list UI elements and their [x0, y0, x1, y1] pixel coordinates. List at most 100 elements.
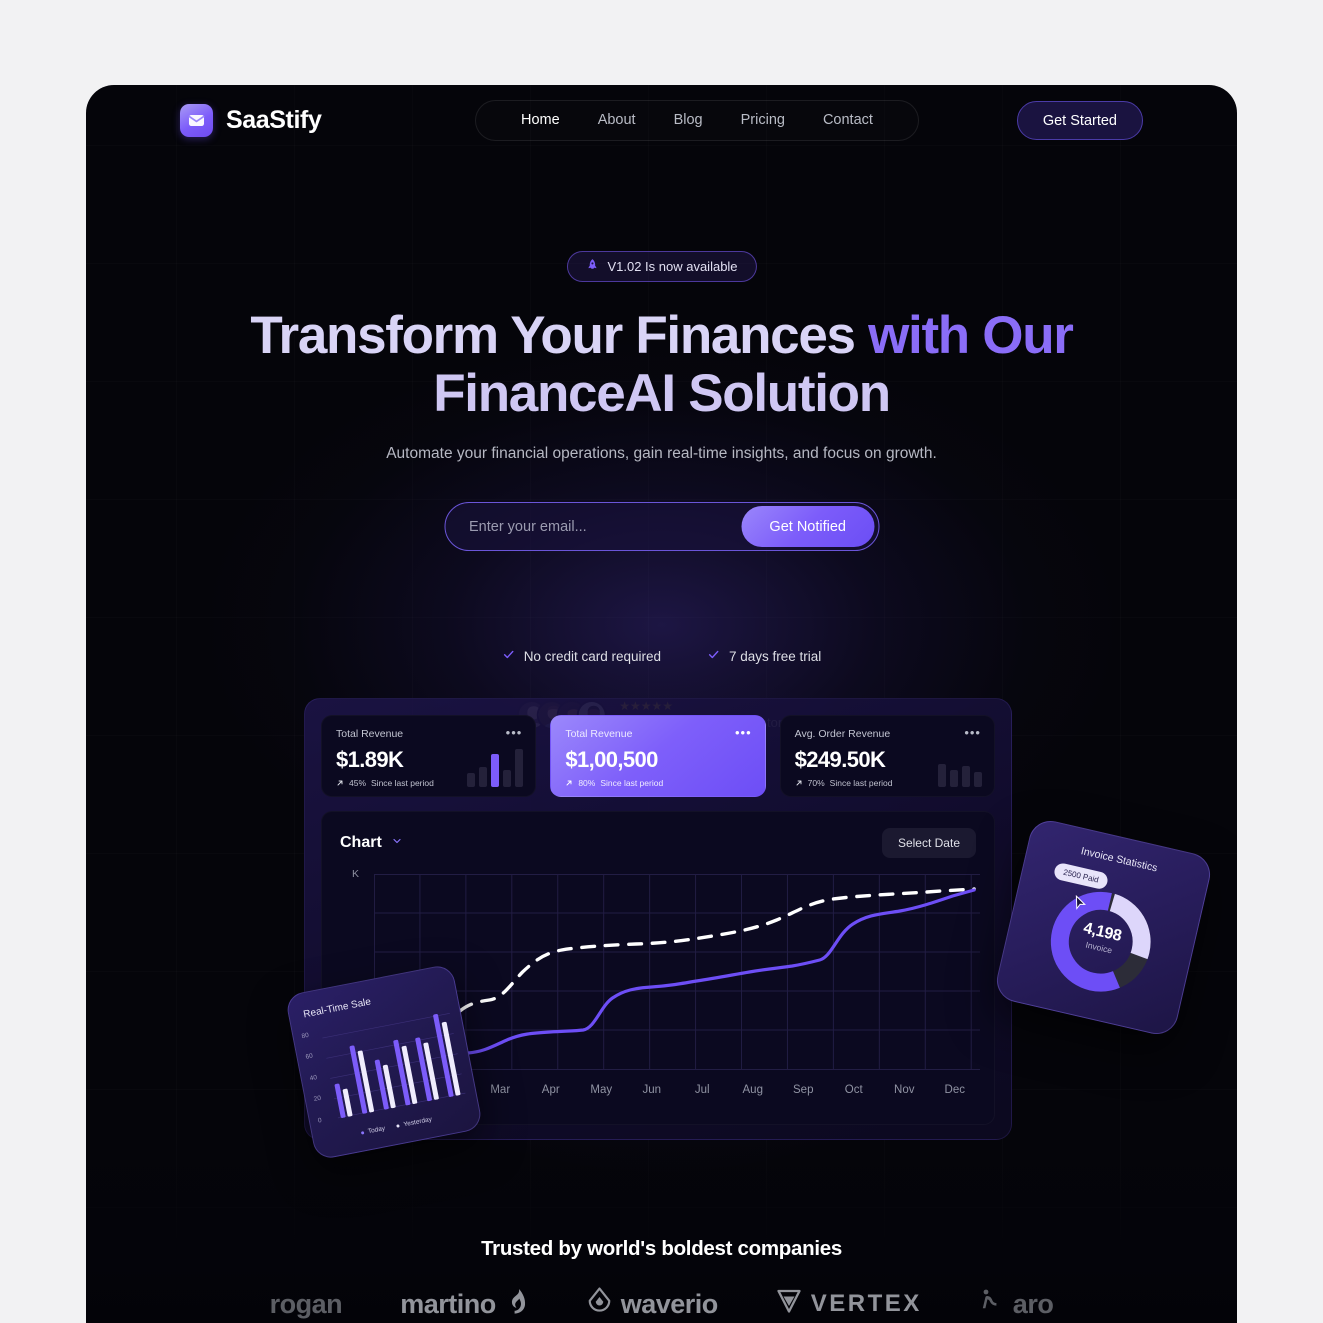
kpi-menu-icon[interactable]: ••• [506, 726, 523, 739]
hero-subtitle: Automate your financial operations, gain… [386, 445, 937, 462]
month-label: Sep [793, 1084, 814, 1096]
kpi-sparkline [467, 749, 524, 787]
month-label: Jul [694, 1084, 710, 1096]
email-signup-form: Get Notified [444, 502, 879, 551]
headline-part-1: Transform Your Finances [250, 306, 869, 365]
page-root: SaaStify Home About Blog Pricing Contact… [0, 0, 1323, 1323]
mail-envelope-icon [180, 104, 213, 137]
check-icon [707, 648, 720, 664]
kpi-label: Total Revenue [336, 728, 404, 740]
kpi-menu-icon[interactable]: ••• [964, 726, 981, 739]
logo-waverio: waverio [587, 1287, 718, 1321]
perk-item: No credit card required [502, 648, 661, 664]
y-tick: 40 [309, 1073, 318, 1083]
real-time-sale-plot [322, 1010, 466, 1119]
logo-vertex: VERTEX [776, 1288, 922, 1321]
y-tick: 80 [301, 1031, 310, 1041]
perk-item: 7 days free trial [707, 648, 821, 664]
headline-accent: with Our [868, 306, 1074, 365]
bars-today [334, 1013, 454, 1118]
kpi-delta: 80% Since last period [565, 778, 750, 788]
version-badge[interactable]: V1.02 Is now available [566, 251, 757, 282]
check-icon [502, 648, 515, 664]
headline-part-2: FinanceAI Solution [433, 363, 891, 423]
legend-item-yesterday: Yesterday [396, 1115, 433, 1130]
month-label: Nov [894, 1084, 915, 1096]
month-label: Aug [742, 1084, 763, 1096]
nav-item-about[interactable]: About [579, 100, 655, 141]
floating-card-real-time-sale[interactable]: Real-Time Sale 0 20 40 60 80 Today Yeste… [284, 963, 484, 1161]
rocket-icon [585, 258, 598, 276]
kpi-delta-pct: 70% [807, 778, 825, 788]
primary-nav: Home About Blog Pricing Contact [475, 100, 919, 141]
kpi-label: Avg. Order Revenue [794, 728, 891, 740]
kpi-delta-note: Since last period [829, 778, 893, 788]
waverio-flame-icon [587, 1287, 612, 1321]
nav-item-blog[interactable]: Blog [655, 100, 722, 141]
chart-header: Chart Select Date [340, 828, 976, 858]
perk-label: 7 days free trial [729, 648, 822, 664]
logo-aro-label: aro [1012, 1288, 1054, 1319]
month-label: Apr [541, 1084, 560, 1096]
legend-swatch-icon [360, 1131, 365, 1135]
y-axis-top-label: K [352, 868, 360, 880]
chart-title-group[interactable]: Chart [340, 834, 403, 852]
invoice-statistics-title: Invoice Statistics [1079, 845, 1159, 875]
logo-waverio-label: waverio [620, 1288, 719, 1319]
legend-label: Yesterday [403, 1115, 433, 1129]
kpi-delta-note: Since last period [600, 778, 664, 788]
perks-list: No credit card required 7 days free tria… [502, 648, 821, 664]
app-panel: SaaStify Home About Blog Pricing Contact… [86, 85, 1237, 1323]
kpi-label: Total Revenue [565, 728, 633, 740]
trend-up-icon [796, 780, 802, 786]
logo-martino: martino [400, 1288, 529, 1321]
series-current-solid [376, 888, 976, 1068]
page-title: Transform Your Finances with Our Finance… [232, 307, 1092, 423]
floating-card-invoice-statistics[interactable]: Invoice Statistics 4,198 Invoice 2500 Pa… [992, 816, 1215, 1039]
kpi-sparkline [937, 749, 982, 787]
trend-up-icon [337, 780, 343, 786]
kpi-card-total-revenue-1[interactable]: Total Revenue ••• $1.89K 45% Since last … [321, 715, 537, 797]
logo-martino-label: martino [400, 1288, 496, 1319]
brand[interactable]: SaaStify [180, 104, 322, 137]
get-notified-button[interactable]: Get Notified [741, 506, 874, 547]
nav-item-home[interactable]: Home [502, 100, 579, 141]
select-date-button[interactable]: Select Date [881, 828, 976, 858]
kpi-card-avg-order-revenue[interactable]: Avg. Order Revenue ••• $249.50K 70% Sinc… [779, 715, 995, 797]
version-badge-label: V1.02 Is now available [607, 259, 738, 274]
brand-name: SaaStify [226, 106, 322, 134]
month-label: Jun [642, 1084, 662, 1096]
y-tick: 60 [305, 1052, 314, 1062]
nav-item-pricing[interactable]: Pricing [722, 100, 804, 141]
aro-mark-icon [980, 1288, 1004, 1321]
kpi-value: $1,00,500 [565, 747, 658, 772]
month-label: Dec [944, 1084, 965, 1096]
legend-label: Today [367, 1125, 386, 1136]
legend-swatch-icon [396, 1124, 401, 1128]
martino-mark-icon [505, 1288, 529, 1321]
month-label: Mar [490, 1084, 511, 1096]
logo-vertex-label: VERTEX [810, 1290, 922, 1317]
logo-strip: rogan martino waverio VERTEX aro [86, 1287, 1237, 1321]
kpi-row: Total Revenue ••• $1.89K 45% Since last … [321, 715, 995, 797]
logo-rogan-label: rogan [269, 1288, 343, 1319]
site-header: SaaStify Home About Blog Pricing Contact… [86, 85, 1237, 155]
kpi-menu-icon[interactable]: ••• [735, 726, 752, 739]
email-input[interactable] [445, 504, 742, 549]
perk-label: No credit card required [523, 648, 662, 664]
get-started-button[interactable]: Get Started [1016, 101, 1143, 140]
legend-item-today: Today [360, 1125, 386, 1137]
real-time-sale-legend: Today Yesterday [360, 1115, 433, 1137]
kpi-delta-note: Since last period [371, 778, 434, 788]
chevron-down-icon[interactable] [391, 834, 403, 852]
kpi-card-total-revenue-2[interactable]: Total Revenue ••• $1,00,500 80% Since la… [550, 715, 766, 797]
y-tick: 0 [317, 1116, 323, 1125]
nav-item-contact[interactable]: Contact [804, 100, 892, 141]
y-tick: 20 [313, 1094, 322, 1104]
kpi-delta-pct: 80% [578, 778, 596, 788]
vertex-mark-icon [776, 1288, 802, 1321]
logo-aro: aro [980, 1288, 1054, 1321]
chart-title: Chart [340, 834, 382, 851]
logo-rogan: rogan [270, 1289, 343, 1320]
trend-up-icon [566, 780, 572, 786]
